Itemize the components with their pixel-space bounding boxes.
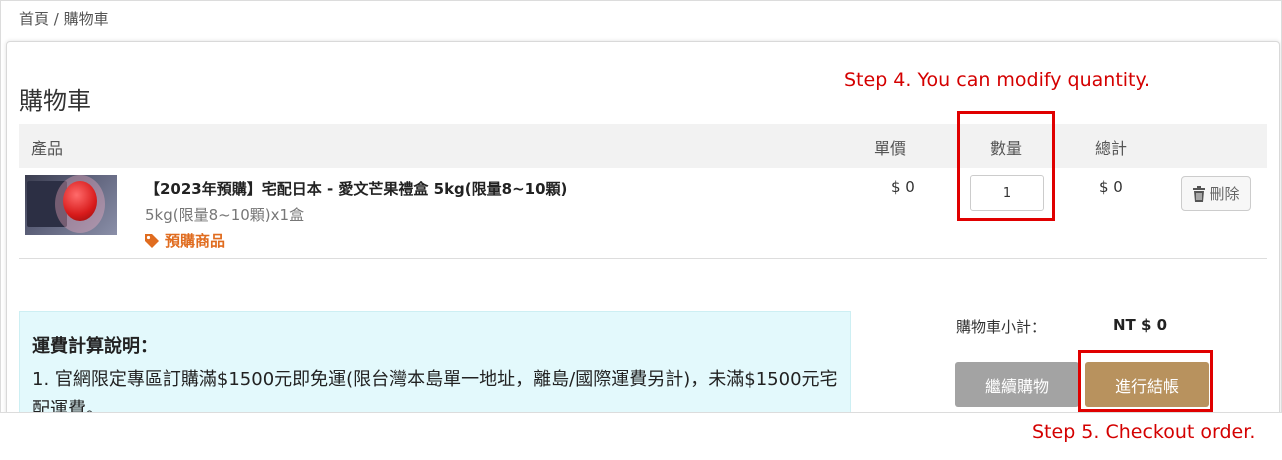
preorder-badge-label: 預購商品 bbox=[165, 232, 226, 250]
browser-viewport: 首頁 / 購物車 購物車 產品 單價 數量 總計 【2023年預購】宅配日本 -… bbox=[0, 0, 1282, 413]
page-title: 購物車 bbox=[19, 87, 91, 115]
breadcrumb: 首頁 / 購物車 bbox=[19, 8, 109, 29]
header-unit-price: 單價 bbox=[874, 139, 907, 158]
preorder-badge: 預購商品 bbox=[144, 230, 225, 251]
subtotal-value: NT $ 0 bbox=[1113, 316, 1168, 334]
trash-icon bbox=[1193, 185, 1206, 202]
line-total: $ 0 bbox=[1099, 178, 1123, 196]
step4-highlight-box bbox=[957, 111, 1055, 221]
delete-button[interactable]: 刪除 bbox=[1181, 176, 1251, 211]
breadcrumb-separator: / bbox=[49, 10, 64, 28]
product-thumbnail[interactable] bbox=[25, 175, 117, 235]
step4-annotation: Step 4. You can modify quantity. bbox=[844, 69, 1151, 91]
product-spec: 5kg(限量8~10顆)x1盒 bbox=[145, 206, 305, 224]
unit-price: $ 0 bbox=[891, 178, 915, 196]
header-total: 總計 bbox=[1095, 139, 1128, 158]
thumbnail-mango bbox=[63, 181, 97, 221]
continue-shopping-button[interactable]: 繼續購物 bbox=[955, 362, 1079, 407]
product-name[interactable]: 【2023年預購】宅配日本 - 愛文芒果禮盒 5kg(限量8~10顆) bbox=[145, 178, 567, 199]
shipping-info-panel: 運費計算說明： 1. 官網限定專區訂購滿$1500元即免運(限台灣本島單一地址，… bbox=[19, 311, 851, 413]
subtotal-label: 購物車小計： bbox=[956, 318, 1047, 336]
row-divider bbox=[19, 258, 1267, 259]
step5-annotation: Step 5. Checkout order. bbox=[1032, 421, 1256, 443]
breadcrumb-home-link[interactable]: 首頁 bbox=[19, 10, 49, 28]
shipping-text: 1. 官網限定專區訂購滿$1500元即免運(限台灣本島單一地址，離島/國際運費另… bbox=[32, 369, 838, 413]
step5-highlight-box bbox=[1078, 350, 1213, 412]
header-product: 產品 bbox=[31, 139, 64, 158]
tag-icon bbox=[145, 233, 159, 248]
cart-table-header: 產品 單價 數量 總計 bbox=[19, 124, 1267, 168]
shipping-title: 運費計算說明： bbox=[32, 336, 158, 357]
breadcrumb-current: 購物車 bbox=[63, 10, 109, 28]
delete-button-label: 刪除 bbox=[1209, 185, 1240, 203]
